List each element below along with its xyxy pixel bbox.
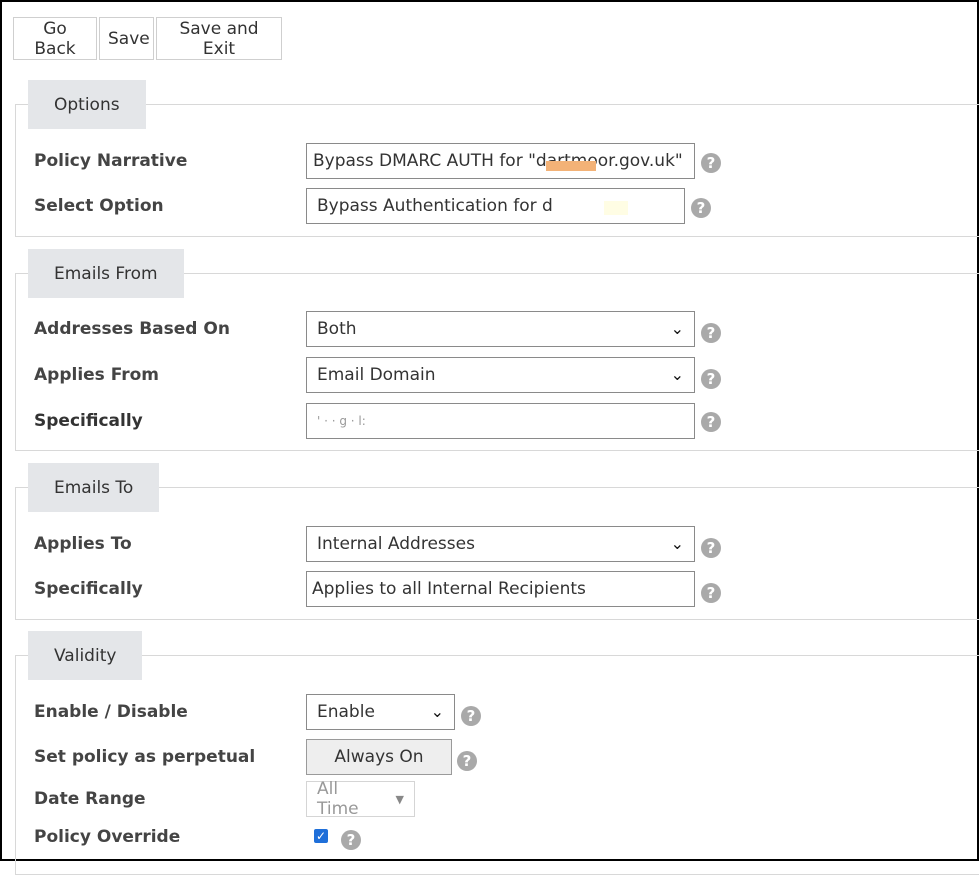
help-icon[interactable]: ?	[701, 323, 721, 343]
validity-section: Validity Enable / Disable Enable ⌄ ? Set…	[15, 631, 979, 875]
help-icon[interactable]: ?	[701, 369, 721, 389]
emails-from-specifically-input[interactable]: ' · · g · l:	[306, 403, 695, 439]
help-icon[interactable]: ?	[341, 830, 361, 850]
policy-narrative-input[interactable]: Bypass DMARC AUTH for "dartmoor.gov.uk"	[306, 143, 695, 179]
help-icon[interactable]: ?	[461, 706, 481, 726]
help-icon[interactable]: ?	[701, 538, 721, 558]
options-legend: Options	[28, 80, 146, 129]
date-range-label: Date Range	[34, 789, 146, 809]
chevron-down-icon: ⌄	[670, 534, 684, 553]
chevron-down-icon: ⌄	[430, 702, 444, 721]
select-option-label: Select Option	[34, 196, 164, 216]
validity-legend: Validity	[28, 631, 143, 680]
addresses-based-on-label: Addresses Based On	[34, 319, 230, 339]
policy-override-checkbox[interactable]: ✓	[314, 829, 328, 843]
date-range-value: All Time	[317, 779, 359, 819]
go-back-button[interactable]: Go Back	[13, 17, 97, 60]
addresses-based-on-value: Both	[317, 319, 357, 339]
help-icon[interactable]: ?	[701, 412, 721, 432]
save-button[interactable]: Save	[99, 17, 154, 60]
perpetual-label: Set policy as perpetual	[34, 747, 256, 767]
enable-disable-select[interactable]: Enable ⌄	[306, 694, 455, 730]
emails-from-specifically-label: Specifically	[34, 411, 143, 431]
help-icon[interactable]: ?	[691, 198, 711, 218]
select-option-input[interactable]: Bypass Authentication for d	[306, 188, 685, 224]
options-section: Options Policy Narrative Bypass DMARC AU…	[15, 80, 979, 237]
caret-down-icon: ▼	[395, 792, 404, 806]
addresses-based-on-select[interactable]: Both ⌄	[306, 311, 695, 347]
policy-override-label: Policy Override	[34, 827, 181, 847]
help-icon[interactable]: ?	[701, 583, 721, 603]
emails-to-specifically-input[interactable]: Applies to all Internal Recipients	[306, 571, 695, 607]
applies-from-value: Email Domain	[317, 365, 436, 385]
emails-to-legend: Emails To	[28, 463, 160, 512]
always-on-button[interactable]: Always On	[306, 739, 452, 775]
emails-from-legend: Emails From	[28, 249, 184, 298]
help-icon[interactable]: ?	[701, 153, 721, 173]
enable-disable-label: Enable / Disable	[34, 702, 188, 722]
chevron-down-icon: ⌄	[670, 365, 684, 384]
applies-to-label: Applies To	[34, 534, 132, 554]
applies-from-select[interactable]: Email Domain ⌄	[306, 357, 695, 393]
applies-to-select[interactable]: Internal Addresses ⌄	[306, 526, 695, 562]
redaction-mark	[546, 161, 596, 171]
redaction-mark	[604, 201, 628, 215]
emails-to-specifically-label: Specifically	[34, 579, 143, 599]
emails-to-section: Emails To Applies To Internal Addresses …	[15, 463, 979, 620]
emails-from-section: Emails From Addresses Based On Both ⌄ ? …	[15, 249, 979, 451]
policy-narrative-label: Policy Narrative	[34, 151, 188, 171]
date-range-dropdown[interactable]: All Time ▼	[306, 779, 415, 819]
chevron-down-icon: ⌄	[670, 319, 684, 338]
applies-to-value: Internal Addresses	[317, 534, 475, 554]
save-and-exit-button[interactable]: Save and Exit	[156, 17, 282, 60]
help-icon[interactable]: ?	[457, 751, 477, 771]
toolbar: Go Back Save Save and Exit	[13, 17, 284, 60]
applies-from-label: Applies From	[34, 365, 160, 385]
enable-disable-value: Enable	[317, 702, 375, 722]
